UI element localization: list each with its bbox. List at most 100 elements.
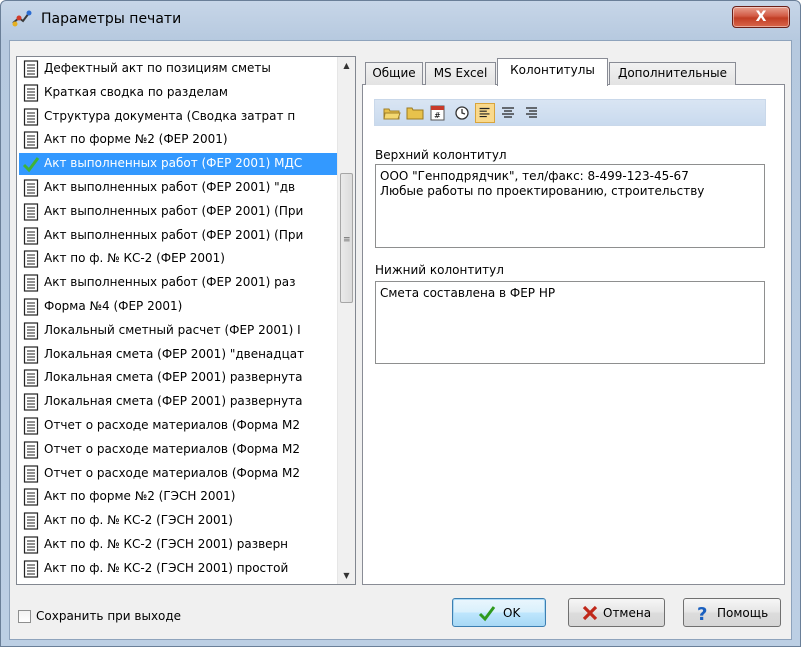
page-number-icon[interactable]: # bbox=[428, 103, 448, 123]
document-icon bbox=[23, 274, 39, 292]
list-item[interactable]: Отчет о расходе материалов (Форма М2 bbox=[19, 463, 337, 485]
list-item[interactable]: Акт по ф. № КС-2 (ФЕР 2001) bbox=[19, 248, 337, 270]
report-list-scrollbar[interactable]: ▲ ≡ ▼ bbox=[337, 57, 355, 584]
document-icon bbox=[23, 464, 39, 483]
list-item[interactable]: Структура документа (Сводка затрат п bbox=[19, 106, 337, 128]
list-item-label: Отчет о расходе материалов (Форма М2 bbox=[44, 418, 301, 432]
close-icon: X bbox=[755, 9, 767, 25]
list-item-label: Акт выполненных работ (ФЕР 2001) МДС bbox=[44, 156, 303, 171]
scroll-up-arrow-icon[interactable]: ▲ bbox=[338, 57, 355, 74]
document-icon bbox=[23, 107, 39, 126]
list-item-label: Отчет о расходе материалов (Форма М2 bbox=[44, 465, 301, 480]
list-item-label: Локальная смета (ФЕР 2001) развернута bbox=[44, 394, 303, 409]
align-center-icon[interactable] bbox=[498, 103, 518, 123]
open-folder-icon[interactable] bbox=[382, 103, 402, 123]
cancel-button[interactable]: Отмена bbox=[568, 598, 665, 627]
document-icon bbox=[23, 369, 39, 387]
list-item-label: Локальный сметный расчет (ФЕР 2001) I bbox=[44, 322, 301, 337]
list-item-label: Дефектный акт по позициям сметы bbox=[44, 61, 271, 75]
list-item[interactable]: Акт по форме №2 (ФЕР 2001) bbox=[19, 129, 337, 151]
list-item-label: Акт по ф. № КС-2 (ГЭСН 2001) простой bbox=[44, 560, 289, 575]
list-item[interactable]: Акт по ф. № КС-2 (ГЭСН 2001) простой bbox=[19, 558, 337, 580]
list-item[interactable]: Акт выполненных работ (ФЕР 2001) "дв bbox=[19, 177, 337, 199]
document-icon bbox=[23, 179, 39, 197]
document-icon bbox=[23, 322, 39, 340]
document-icon bbox=[23, 131, 39, 149]
save-on-exit-checkbox[interactable] bbox=[18, 610, 31, 623]
tab-label: Общие bbox=[372, 66, 416, 80]
title-bar[interactable]: Параметры печати X bbox=[1, 1, 800, 37]
list-item[interactable]: Форма №4 (ФЕР 2001) bbox=[19, 296, 337, 318]
document-icon bbox=[23, 203, 39, 221]
list-item-label: Форма №4 (ФЕР 2001) bbox=[44, 299, 183, 313]
help-label: Помощь bbox=[717, 606, 769, 620]
list-item-label: Акт по ф. № КС-2 (ГЭСН 2001) разверн bbox=[44, 537, 289, 551]
list-item[interactable]: Акт по ф. № КС-2 (ГЭСН 2001) bbox=[19, 510, 337, 532]
tab-additional[interactable]: Дополнительные bbox=[609, 62, 736, 85]
checkmark-icon bbox=[478, 606, 496, 622]
tab-general[interactable]: Общие bbox=[365, 62, 423, 85]
clock-icon[interactable] bbox=[452, 103, 472, 123]
list-item[interactable]: Локальная смета (ФЕР 2001) развернута bbox=[19, 391, 337, 413]
list-item[interactable]: Акт по ф. № КС-2 (ГЭСН 2001) разверн bbox=[19, 534, 337, 556]
save-on-exit-label: Сохранить при выходе bbox=[36, 609, 182, 623]
document-icon bbox=[23, 60, 39, 78]
app-icon bbox=[12, 10, 32, 27]
cancel-x-icon bbox=[582, 605, 598, 621]
tab-label: MS Excel bbox=[433, 66, 488, 80]
tab-label: Дополнительные bbox=[617, 66, 728, 80]
folder-icon[interactable] bbox=[405, 103, 425, 123]
footer-text-area[interactable]: Смета составлена в ФЕР НР bbox=[375, 281, 765, 364]
list-item[interactable]: Акт выполненных работ (ФЕР 2001) (При bbox=[19, 225, 337, 247]
list-item-selected[interactable]: Акт выполненных работ (ФЕР 2001) МДС bbox=[19, 153, 337, 176]
list-item-label: Акт по форме №2 (ФЕР 2001) bbox=[44, 132, 228, 147]
list-item-label: Краткая сводка по разделам bbox=[44, 84, 228, 99]
header-toolbar: # bbox=[374, 99, 766, 126]
list-item-label: Акт по ф. № КС-2 (ГЭСН 2001) bbox=[44, 513, 233, 528]
list-item-label: Акт выполненных работ (ФЕР 2001) раз bbox=[44, 275, 296, 290]
scroll-down-arrow-icon[interactable]: ▼ bbox=[338, 567, 355, 584]
list-item-label: Акт выполненных работ (ФЕР 2001) (При bbox=[44, 227, 304, 242]
document-icon bbox=[23, 417, 39, 435]
list-item-label: Акт выполненных работ (ФЕР 2001) (При bbox=[44, 203, 304, 218]
header-label: Верхний колонтитул bbox=[375, 148, 507, 162]
document-icon bbox=[23, 393, 39, 411]
close-button[interactable]: X bbox=[732, 6, 790, 28]
document-icon bbox=[23, 298, 39, 316]
tab-headers-footers[interactable]: Колонтитулы bbox=[497, 58, 608, 86]
list-item[interactable]: Локальная смета (ФЕР 2001) "двенадцат bbox=[19, 344, 337, 366]
list-item-label: Акт по форме №2 (ГЭСН 2001) bbox=[44, 489, 236, 504]
list-item[interactable]: Отчет о расходе материалов (Форма М2 bbox=[19, 415, 337, 437]
help-question-icon: ? bbox=[697, 604, 707, 622]
list-item-label: Структура документа (Сводка затрат п bbox=[44, 108, 296, 123]
ok-button[interactable]: OK bbox=[452, 598, 546, 627]
list-item[interactable]: Локальный сметный расчет (ФЕР 2001) I bbox=[19, 320, 337, 342]
svg-text:?: ? bbox=[697, 604, 707, 622]
header-text-area[interactable]: ООО "Генподрядчик", тел/факс: 8-499-123-… bbox=[375, 164, 765, 248]
ok-label: OK bbox=[503, 606, 521, 620]
list-item-label: Локальная смета (ФЕР 2001) развернута bbox=[44, 370, 303, 385]
window-title: Параметры печати bbox=[41, 11, 182, 27]
document-icon bbox=[23, 250, 39, 268]
tab-label: Колонтитулы bbox=[510, 63, 595, 77]
list-item[interactable]: Акт выполненных работ (ФЕР 2001) (При bbox=[19, 201, 337, 223]
document-icon bbox=[23, 84, 39, 102]
document-icon bbox=[23, 488, 39, 506]
grip-icon: ≡ bbox=[343, 235, 351, 245]
help-button[interactable]: ? Помощь bbox=[683, 598, 781, 627]
list-item[interactable]: Отчет о расходе материалов (Форма М2 bbox=[19, 439, 337, 461]
list-item[interactable]: Акт выполненных работ (ФЕР 2001) раз bbox=[19, 272, 337, 294]
svg-text:#: # bbox=[434, 111, 441, 120]
list-item[interactable]: Акт по форме №2 (ГЭСН 2001) bbox=[19, 486, 337, 508]
list-item[interactable]: Дефектный акт по позициям сметы bbox=[19, 58, 337, 80]
document-icon bbox=[23, 512, 39, 530]
list-item-label: Акт по ф. № КС-2 (ФЕР 2001) bbox=[44, 251, 225, 266]
scroll-thumb[interactable]: ≡ bbox=[340, 173, 353, 303]
list-item[interactable]: Локальная смета (ФЕР 2001) развернута bbox=[19, 367, 337, 389]
list-item[interactable]: Краткая сводка по разделам bbox=[19, 82, 337, 104]
tab-ms-excel[interactable]: MS Excel bbox=[425, 62, 496, 85]
report-list[interactable]: Дефектный акт по позициям сметы Краткая с… bbox=[16, 56, 356, 585]
align-right-icon[interactable] bbox=[521, 103, 541, 123]
align-left-icon[interactable] bbox=[475, 103, 495, 123]
document-icon bbox=[23, 536, 39, 554]
